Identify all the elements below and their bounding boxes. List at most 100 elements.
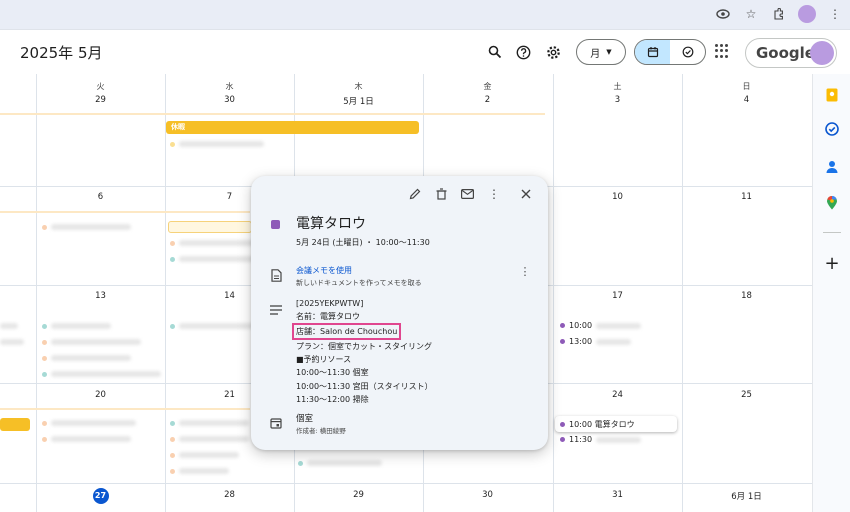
event-sat17-13[interactable]: 13:00 [560,337,632,346]
contacts-icon[interactable] [825,160,839,174]
day-24[interactable]: 24 [553,390,682,400]
day-header-thu-may1[interactable]: 木 5月 1日 [294,81,423,107]
add-icon[interactable]: + [824,253,839,274]
list-item[interactable] [0,338,24,346]
desc-line-plan: プラン：個室でカット・スタイリング [296,342,432,352]
desc-line-stylist: 10:00～11:30 宮田（スタイリスト） [296,381,433,391]
day-header-fri-2[interactable]: 金2 [423,81,552,105]
list-item[interactable] [170,451,239,459]
list-item[interactable] [42,435,131,443]
day-27-today[interactable]: 27 [36,488,165,504]
browser-menu-icon[interactable]: ⋮ [826,5,844,23]
caret-down-icon: ▼ [606,48,612,56]
google-apps-icon[interactable] [715,44,729,58]
day-6[interactable]: 6 [36,192,165,202]
list-item[interactable] [170,255,257,263]
side-divider [823,232,841,233]
day-june-1[interactable]: 6月 1日 [682,490,811,502]
more-options-icon[interactable]: ⋮ [487,187,501,201]
event-datetime: 5月 24日 (土曜日) ・ 10:00～11:30 [296,238,430,247]
list-item[interactable] [170,140,264,148]
calendar-icon [269,416,283,430]
keep-icon[interactable] [825,88,839,102]
allday-event-vacation[interactable]: 休暇 [166,121,419,134]
google-label: Google [756,44,815,62]
allday-event-continued[interactable] [0,418,30,431]
desc-line-code: [2025YEKPWTW] [296,299,364,308]
day-header-sat-3[interactable]: 土3 [553,81,682,105]
event-card-denshan-taro[interactable]: 10:00 電算タロウ [555,416,677,432]
list-item[interactable] [170,322,254,330]
day-20[interactable]: 20 [36,390,165,400]
calendar-icon [647,47,658,58]
meeting-notes-subtext: 新しいドキュメントを作ってメモを取る [296,279,422,287]
month-title: 2025年 5月 [20,44,103,62]
calendar-header: 2025年 5月 月 ▼ Google [0,30,850,74]
close-icon[interactable] [519,187,533,201]
list-item[interactable] [42,338,141,346]
event-color-swatch [271,220,280,229]
calendar-name: 個室 [296,414,314,424]
event-creator: 作成者: 横田綾野 [296,427,346,435]
list-item[interactable] [168,221,252,233]
view-select[interactable]: 月 ▼ [576,39,626,65]
side-panel: + [812,74,850,512]
day-13[interactable]: 13 [36,291,165,301]
day-29[interactable]: 29 [294,490,423,500]
google-account-button[interactable]: Google [745,38,837,68]
document-icon [269,268,283,282]
browser-toolbar: ☆ ⋮ [0,0,850,30]
meeting-notes-more-icon[interactable]: ⋮ [520,264,531,278]
list-item[interactable] [170,435,249,443]
event-details-popup: ⋮ 電算タロウ 5月 24日 (土曜日) ・ 10:00～11:30 会議メモを… [251,176,548,450]
desc-line-room: 10:00～11:30 個室 [296,368,369,378]
eye-icon[interactable] [714,5,732,23]
star-icon[interactable]: ☆ [742,5,760,23]
tasks-view-button[interactable] [670,40,705,64]
day-17[interactable]: 17 [553,291,682,301]
list-item[interactable] [170,467,229,475]
calendar-tasks-toggle [634,39,706,65]
day-30[interactable]: 30 [423,490,552,500]
list-item[interactable] [170,419,249,427]
day-28[interactable]: 28 [165,490,294,500]
day-11[interactable]: 11 [682,192,811,202]
day-header-tue-29[interactable]: 火 29 [36,81,165,105]
list-item[interactable] [170,239,257,247]
desc-line-store-highlighted: 店舗：Salon de Chouchou [292,323,402,341]
day-header-wed-30[interactable]: 水 30 [165,81,294,105]
day-25[interactable]: 25 [682,390,811,400]
list-item[interactable] [42,370,161,378]
event-description: [2025YEKPWTW] 名前：電算タロウ 店舗：Salon de Chouc… [292,297,433,406]
description-icon [269,303,283,317]
desc-line-resources: ■予約リソース [296,355,352,365]
search-icon[interactable] [486,43,504,61]
event-sat24-1130[interactable]: 11:30 [560,435,642,444]
list-item[interactable] [42,419,136,427]
list-item[interactable] [298,459,382,467]
calendar-view-button[interactable] [635,40,670,64]
settings-gear-icon[interactable] [544,43,562,61]
browser-profile-avatar[interactable] [798,5,816,23]
help-icon[interactable] [514,43,532,61]
edit-pencil-icon[interactable] [408,187,422,201]
list-item[interactable] [42,223,131,231]
account-avatar[interactable] [810,41,834,65]
view-select-label: 月 [590,48,601,60]
day-header-sun-4[interactable]: 日4 [682,81,811,105]
day-18[interactable]: 18 [682,291,811,301]
list-item[interactable] [42,354,131,362]
tasks-icon[interactable] [825,122,839,136]
list-item[interactable] [0,322,18,330]
day-31[interactable]: 31 [553,490,682,500]
extensions-icon[interactable] [770,5,788,23]
event-sat17-10[interactable]: 10:00 [560,321,642,330]
delete-trash-icon[interactable] [434,187,448,201]
maps-icon[interactable] [825,196,839,210]
list-item[interactable] [42,322,111,330]
desc-line-name: 名前：電算タロウ [296,312,360,322]
email-icon[interactable] [460,187,474,201]
day-10[interactable]: 10 [553,192,682,202]
desc-line-cleaning: 11:30～12:00 掃除 [296,394,369,404]
meeting-notes-link[interactable]: 会議メモを使用 [296,265,352,276]
